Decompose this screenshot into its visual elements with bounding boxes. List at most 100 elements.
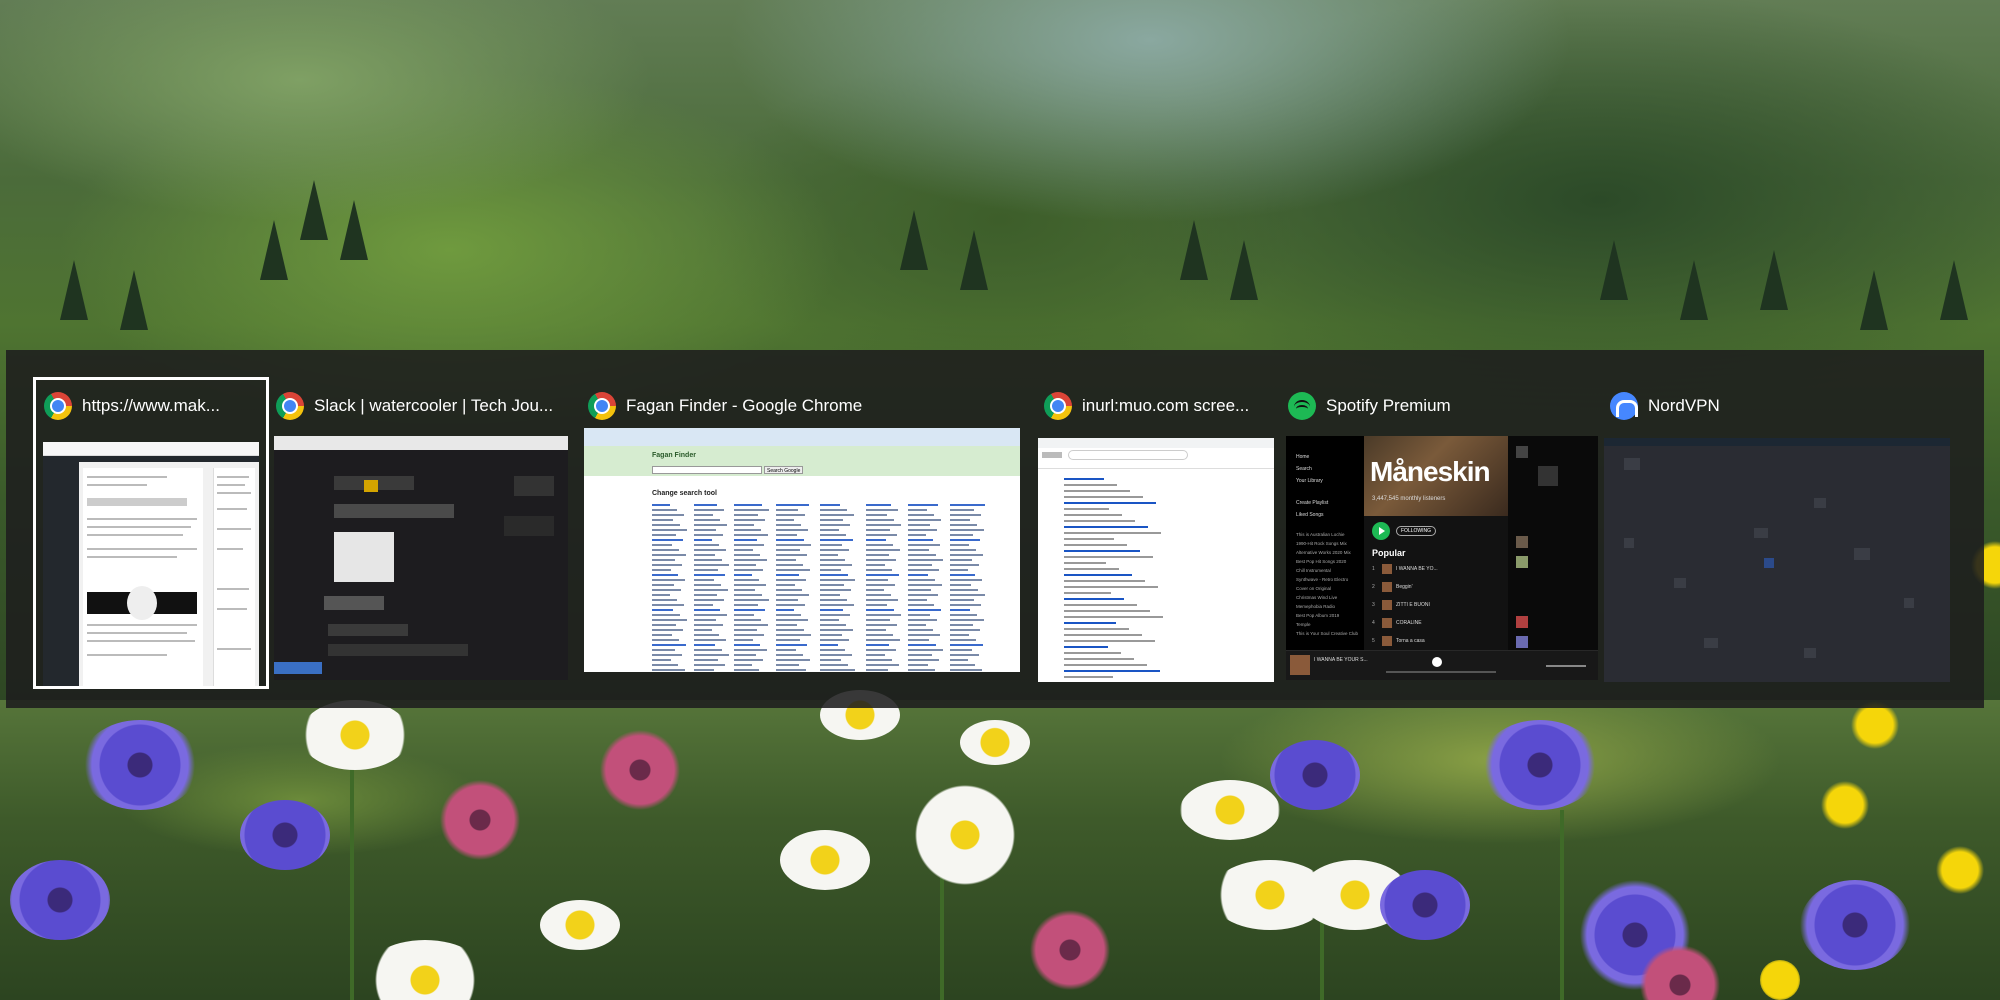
link-line [866, 584, 895, 586]
link-line [734, 644, 760, 646]
playlist-item: Best Pop Hit Songs 2020 [1296, 559, 1347, 564]
link-line [950, 524, 977, 526]
link-line [776, 509, 798, 511]
link-line [734, 659, 763, 661]
link-line [820, 579, 855, 581]
link-line [866, 619, 890, 621]
result-line [1064, 652, 1121, 654]
link-line [734, 569, 763, 571]
link-line [820, 559, 845, 561]
link-line [866, 589, 884, 591]
link-line [694, 639, 726, 641]
link-line [950, 664, 975, 666]
link-line [652, 524, 680, 526]
link-line [776, 589, 802, 591]
link-line [776, 529, 808, 531]
window-card-google-search[interactable]: inurl:muo.com scree... [1036, 380, 1276, 686]
link-line [820, 539, 853, 541]
link-line [866, 549, 900, 551]
link-line [776, 629, 804, 631]
track-row: 4 CORALINE [1372, 616, 1504, 630]
link-line [866, 664, 899, 666]
window-card-spotify[interactable]: Spotify Premium Home Search Your Library… [1280, 380, 1598, 686]
link-line [908, 654, 932, 656]
result-line [1064, 616, 1163, 618]
track-name: CORALINE [1396, 620, 1422, 626]
playlist-item: Memephobia Radio [1296, 604, 1336, 609]
link-line [950, 634, 969, 636]
link-line [820, 624, 846, 626]
link-line [908, 584, 942, 586]
track-art [1382, 636, 1392, 646]
window-card-header: https://www.mak... [44, 390, 220, 422]
link-line [950, 624, 973, 626]
result-line [1064, 514, 1122, 516]
track-name: ZITTI E BUONI [1396, 602, 1430, 608]
result-line [1064, 628, 1129, 630]
link-line [820, 514, 854, 516]
link-line [866, 559, 896, 561]
link-line [694, 624, 723, 626]
link-line [866, 594, 891, 596]
link-line [776, 554, 807, 556]
window-card-chrome-mak[interactable]: https://www.mak... [33, 377, 269, 689]
link-line [866, 649, 896, 651]
link-line [950, 594, 985, 596]
popular-heading: Popular [1372, 548, 1406, 558]
playlist-item: Synthwave - Retro Electro [1296, 577, 1349, 582]
link-line [776, 649, 796, 651]
result-line [1064, 538, 1114, 540]
result-line [1064, 568, 1119, 570]
link-line [820, 534, 846, 536]
artist-name: Måneskin [1370, 456, 1491, 487]
link-line [908, 624, 926, 626]
link-line [694, 514, 713, 516]
link-line [734, 549, 753, 551]
link-line [652, 654, 682, 656]
link-line [908, 559, 943, 561]
link-line [820, 664, 848, 666]
window-card-header: Slack | watercooler | Tech Jou... [276, 390, 553, 422]
track-number: 3 [1372, 602, 1375, 608]
window-card-slack[interactable]: Slack | watercooler | Tech Jou... [268, 380, 568, 686]
link-line [734, 559, 767, 561]
link-line [908, 629, 933, 631]
link-line [776, 559, 796, 561]
window-card-fagan-finder[interactable]: Fagan Finder - Google Chrome Fagan Finde… [580, 380, 1024, 686]
link-line [734, 604, 758, 606]
link-line [950, 539, 980, 541]
link-line [694, 629, 712, 631]
spotify-sidebar: Home Search Your Library Create Playlist… [1286, 436, 1364, 650]
link-line [950, 659, 968, 661]
link-line [950, 519, 970, 521]
window-card-nordvpn[interactable]: NordVPN [1602, 380, 1954, 686]
link-line [908, 664, 928, 666]
link-line [694, 644, 715, 646]
result-line [1064, 550, 1140, 552]
link-line [820, 564, 852, 566]
link-line [776, 544, 811, 546]
link-line [652, 594, 670, 596]
result-line [1064, 496, 1143, 498]
link-line [908, 509, 927, 511]
link-line [820, 649, 845, 651]
link-line [694, 564, 729, 566]
chrome-icon [276, 392, 304, 420]
result-line [1064, 502, 1156, 504]
link-line [652, 669, 685, 671]
result-line [1064, 670, 1160, 672]
link-line [694, 619, 716, 621]
result-line [1064, 508, 1109, 510]
link-line [908, 544, 940, 546]
link-line [652, 649, 675, 651]
link-line [694, 614, 727, 616]
window-title: Fagan Finder - Google Chrome [626, 396, 863, 415]
link-line [776, 599, 798, 601]
link-line [776, 644, 807, 646]
link-line [908, 599, 927, 601]
link-line [908, 594, 938, 596]
result-line [1064, 484, 1117, 486]
link-line [950, 544, 969, 546]
link-line [734, 514, 758, 516]
link-line [776, 659, 810, 661]
